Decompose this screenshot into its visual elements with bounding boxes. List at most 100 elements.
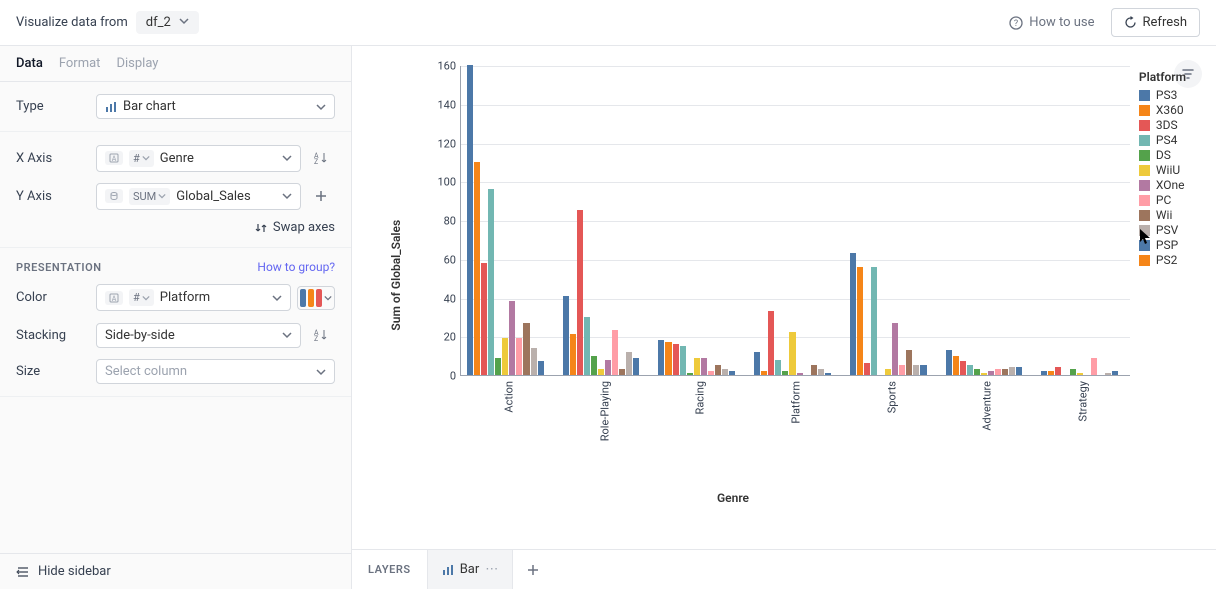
bar[interactable] (488, 189, 494, 375)
bar[interactable] (768, 311, 774, 375)
bar[interactable] (658, 340, 664, 375)
bar[interactable] (1091, 358, 1097, 375)
bar[interactable] (665, 342, 671, 375)
color-field-select[interactable]: A # Platform (96, 284, 291, 311)
legend-item[interactable]: 3DS (1139, 118, 1186, 132)
legend-item[interactable]: PC (1139, 193, 1186, 207)
bar[interactable] (871, 267, 877, 376)
bar[interactable] (906, 350, 912, 375)
bar[interactable] (797, 373, 803, 375)
chart-type-select[interactable]: Bar chart (96, 94, 335, 119)
bar[interactable] (920, 365, 926, 375)
bar[interactable] (715, 365, 721, 375)
tab-format[interactable]: Format (59, 56, 101, 71)
bar[interactable] (619, 369, 625, 375)
bar[interactable] (516, 338, 522, 375)
how-to-group-link[interactable]: How to group? (257, 260, 335, 274)
bar[interactable] (502, 338, 508, 375)
legend-item[interactable]: WiiU (1139, 163, 1186, 177)
bar[interactable] (988, 371, 994, 375)
legend-item[interactable]: PS3 (1139, 88, 1186, 102)
bar[interactable] (605, 360, 611, 376)
dataframe-select[interactable]: df_2 (136, 11, 199, 34)
bar[interactable] (1105, 373, 1111, 375)
add-layer-button[interactable] (513, 550, 553, 589)
bar[interactable] (538, 361, 544, 375)
swap-axes-button[interactable]: Swap axes (16, 220, 335, 235)
bar[interactable] (885, 369, 891, 375)
legend-item[interactable]: DS (1139, 148, 1186, 162)
bar[interactable] (1002, 369, 1008, 375)
legend-item[interactable]: PSV (1139, 223, 1186, 237)
tab-data[interactable]: Data (16, 56, 43, 71)
bar[interactable] (782, 371, 788, 375)
bar[interactable] (680, 346, 686, 375)
type-code-pill[interactable]: # (129, 289, 154, 306)
refresh-button[interactable]: Refresh (1111, 8, 1200, 37)
bar[interactable] (467, 65, 473, 375)
bar[interactable] (1041, 371, 1047, 375)
bar[interactable] (960, 361, 966, 375)
bar[interactable] (1016, 367, 1022, 375)
bar[interactable] (825, 373, 831, 375)
legend-item[interactable]: X360 (1139, 103, 1186, 117)
color-palette-button[interactable] (297, 286, 335, 310)
bar[interactable] (591, 356, 597, 375)
bar[interactable] (899, 365, 905, 375)
bar[interactable] (981, 373, 987, 375)
bar[interactable] (481, 263, 487, 375)
bar[interactable] (857, 267, 863, 376)
bar[interactable] (474, 162, 480, 375)
legend-item[interactable]: PS2 (1139, 253, 1186, 267)
legend-item[interactable]: XOne (1139, 178, 1186, 192)
bar[interactable] (509, 301, 515, 375)
bar[interactable] (1009, 367, 1015, 375)
bar[interactable] (789, 332, 795, 375)
bar[interactable] (818, 369, 824, 375)
bar[interactable] (1112, 371, 1118, 375)
bar[interactable] (913, 365, 919, 375)
bar[interactable] (946, 350, 952, 375)
bar[interactable] (687, 373, 693, 375)
bar[interactable] (531, 348, 537, 375)
bar[interactable] (761, 371, 767, 375)
how-to-use-link[interactable]: ? How to use (1009, 15, 1094, 30)
bar[interactable] (974, 369, 980, 375)
bar[interactable] (570, 334, 576, 375)
bar[interactable] (850, 253, 856, 375)
bar[interactable] (1048, 371, 1054, 375)
xaxis-field-select[interactable]: A # Genre (96, 145, 301, 172)
bar[interactable] (673, 344, 679, 375)
stacking-select[interactable]: Side-by-side (96, 323, 301, 348)
bar[interactable] (995, 369, 1001, 375)
bar[interactable] (729, 371, 735, 375)
layer-tab-bar[interactable]: Bar ⋯ (427, 550, 514, 589)
bar[interactable] (754, 352, 760, 375)
bar[interactable] (1070, 369, 1076, 375)
bar[interactable] (577, 210, 583, 375)
bar[interactable] (967, 365, 973, 375)
bar[interactable] (598, 369, 604, 375)
agg-pill[interactable]: SUM (129, 188, 170, 205)
bar[interactable] (633, 358, 639, 375)
hide-sidebar-button[interactable]: Hide sidebar (0, 553, 351, 589)
sort-az-button[interactable]: AZ (307, 321, 335, 349)
legend-item[interactable]: PS4 (1139, 133, 1186, 147)
legend-item[interactable]: PSP (1139, 238, 1186, 252)
bar[interactable] (626, 352, 632, 375)
bar[interactable] (722, 369, 728, 375)
bar[interactable] (953, 356, 959, 375)
sort-az-button[interactable]: AZ (307, 144, 335, 172)
bar[interactable] (811, 365, 817, 375)
legend-item[interactable]: Wii (1139, 208, 1186, 222)
bar[interactable] (694, 358, 700, 375)
size-column-select[interactable]: Select column (96, 359, 335, 384)
bar[interactable] (708, 371, 714, 375)
bar[interactable] (1077, 373, 1083, 375)
add-yaxis-button[interactable] (307, 182, 335, 210)
bar[interactable] (701, 358, 707, 375)
bar[interactable] (495, 358, 501, 375)
bar[interactable] (892, 323, 898, 375)
bar[interactable] (523, 323, 529, 375)
bar[interactable] (1055, 367, 1061, 375)
